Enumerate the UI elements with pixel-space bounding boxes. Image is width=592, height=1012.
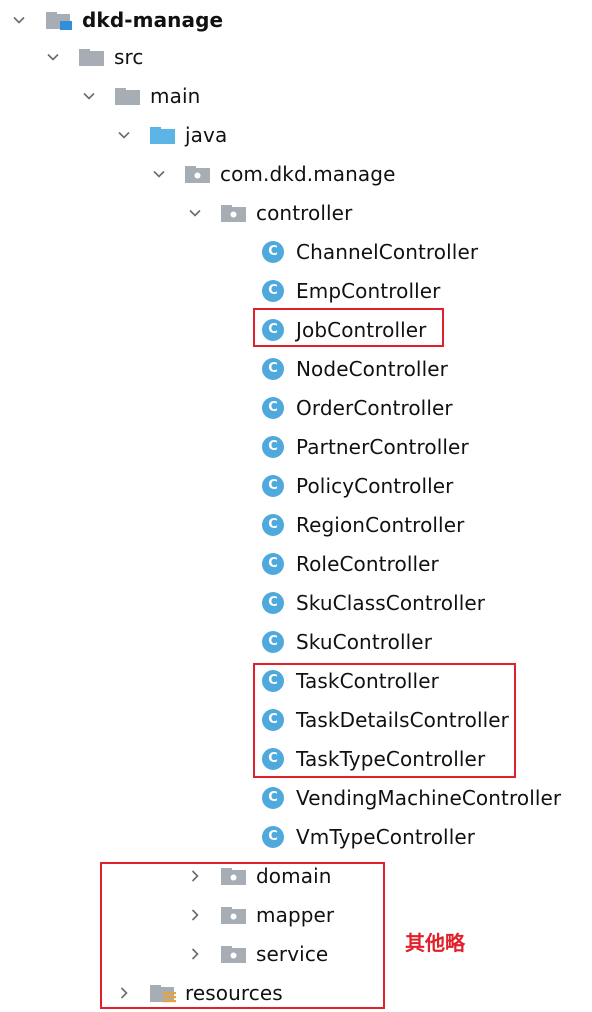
- tree-node-class[interactable]: C VendingMachineController: [262, 778, 561, 817]
- tree-node-label: EmpController: [296, 278, 441, 303]
- tree-node-class[interactable]: C ChannelController: [262, 232, 478, 271]
- tree-node-class[interactable]: C RegionController: [262, 505, 464, 544]
- tree-node-label: main: [150, 83, 201, 108]
- tree-node-class[interactable]: C RoleController: [262, 544, 439, 583]
- tree-node-label: com.dkd.manage: [220, 161, 396, 186]
- resources-folder-icon: [149, 982, 179, 1004]
- chevron-down-icon[interactable]: [10, 11, 28, 29]
- project-tree: dkd-manage src main java com.dkd.manage …: [0, 0, 592, 1010]
- tree-node-label: NodeController: [296, 356, 448, 381]
- source-root-folder-icon: [149, 124, 177, 146]
- tree-node-main[interactable]: main: [80, 76, 200, 115]
- tree-node-class[interactable]: C PolicyController: [262, 466, 454, 505]
- tree-node-com-dkd-manage[interactable]: com.dkd.manage: [150, 154, 395, 193]
- class-icon: C: [262, 786, 284, 809]
- chevron-down-icon[interactable]: [115, 126, 133, 144]
- tree-node-label: OrderController: [296, 395, 453, 420]
- chevron-right-icon[interactable]: [115, 984, 133, 1002]
- tree-node-label: RegionController: [296, 512, 465, 537]
- tree-node-class[interactable]: C OrderController: [262, 388, 453, 427]
- tree-node-class[interactable]: C PartnerController: [262, 427, 469, 466]
- class-icon: C: [262, 591, 284, 614]
- class-icon: C: [262, 552, 284, 575]
- tree-node-label: SkuController: [296, 629, 433, 654]
- tree-node-label: TaskDetailsController: [296, 707, 509, 732]
- tree-node-class[interactable]: C VmTypeController: [262, 817, 475, 856]
- tree-node-label: PolicyController: [296, 473, 454, 498]
- tree-node-label: SkuClassController: [296, 590, 486, 615]
- annotation-note: 其他略: [405, 931, 465, 955]
- tree-node-java[interactable]: java: [115, 115, 227, 154]
- tree-node-label: mapper: [256, 902, 335, 927]
- tree-node-label: VendingMachineController: [296, 785, 562, 810]
- class-icon: C: [262, 825, 284, 848]
- package-icon: [220, 943, 248, 965]
- tree-node-class[interactable]: C TaskController: [262, 661, 439, 700]
- tree-node-label: domain: [256, 863, 332, 888]
- tree-node-mapper[interactable]: mapper: [186, 895, 334, 934]
- tree-node-label: service: [256, 941, 329, 966]
- class-icon: C: [262, 474, 284, 497]
- tree-node-service[interactable]: service: [186, 934, 328, 973]
- tree-node-class[interactable]: C NodeController: [262, 349, 448, 388]
- package-icon: [220, 865, 248, 887]
- package-icon: [220, 904, 248, 926]
- class-icon: C: [262, 513, 284, 536]
- tree-node-label: resources: [185, 980, 283, 1005]
- tree-node-class[interactable]: C TaskTypeController: [262, 739, 485, 778]
- class-icon: C: [262, 396, 284, 419]
- folder-icon: [114, 85, 142, 107]
- chevron-down-icon[interactable]: [44, 48, 62, 66]
- class-icon: C: [262, 240, 284, 263]
- class-icon: C: [262, 435, 284, 458]
- tree-node-class[interactable]: C JobController: [262, 310, 427, 349]
- folder-icon: [78, 46, 106, 68]
- tree-node-label: RoleController: [296, 551, 439, 576]
- class-icon: C: [262, 318, 284, 341]
- tree-node-src[interactable]: src: [44, 37, 144, 76]
- tree-node-label: controller: [256, 200, 353, 225]
- tree-node-label: PartnerController: [296, 434, 469, 459]
- module-folder-icon: [44, 9, 74, 31]
- chevron-right-icon[interactable]: [186, 906, 204, 924]
- tree-node-domain[interactable]: domain: [186, 856, 332, 895]
- tree-node-label: java: [185, 122, 228, 147]
- tree-node-class[interactable]: C SkuClassController: [262, 583, 485, 622]
- class-icon: C: [262, 279, 284, 302]
- chevron-down-icon[interactable]: [150, 165, 168, 183]
- class-icon: C: [262, 669, 284, 692]
- chevron-down-icon[interactable]: [186, 204, 204, 222]
- package-icon: [220, 202, 248, 224]
- class-icon: C: [262, 747, 284, 770]
- tree-node-label: VmTypeController: [296, 824, 476, 849]
- tree-node-dkd-manage[interactable]: dkd-manage: [10, 0, 223, 39]
- tree-node-resources[interactable]: resources: [115, 973, 283, 1012]
- chevron-right-icon[interactable]: [186, 867, 204, 885]
- tree-node-class[interactable]: C SkuController: [262, 622, 432, 661]
- chevron-right-icon[interactable]: [186, 945, 204, 963]
- class-icon: C: [262, 630, 284, 653]
- class-icon: C: [262, 708, 284, 731]
- tree-node-label: TaskController: [296, 668, 439, 693]
- tree-node-label: dkd-manage: [82, 7, 224, 32]
- tree-node-label: src: [114, 44, 144, 69]
- tree-node-label: TaskTypeController: [296, 746, 486, 771]
- tree-node-label: ChannelController: [296, 239, 479, 264]
- tree-node-class[interactable]: C EmpController: [262, 271, 441, 310]
- tree-node-class[interactable]: C TaskDetailsController: [262, 700, 509, 739]
- chevron-down-icon[interactable]: [80, 87, 98, 105]
- package-icon: [184, 163, 212, 185]
- class-icon: C: [262, 357, 284, 380]
- tree-node-controller[interactable]: controller: [186, 193, 352, 232]
- tree-node-label: JobController: [296, 317, 427, 342]
